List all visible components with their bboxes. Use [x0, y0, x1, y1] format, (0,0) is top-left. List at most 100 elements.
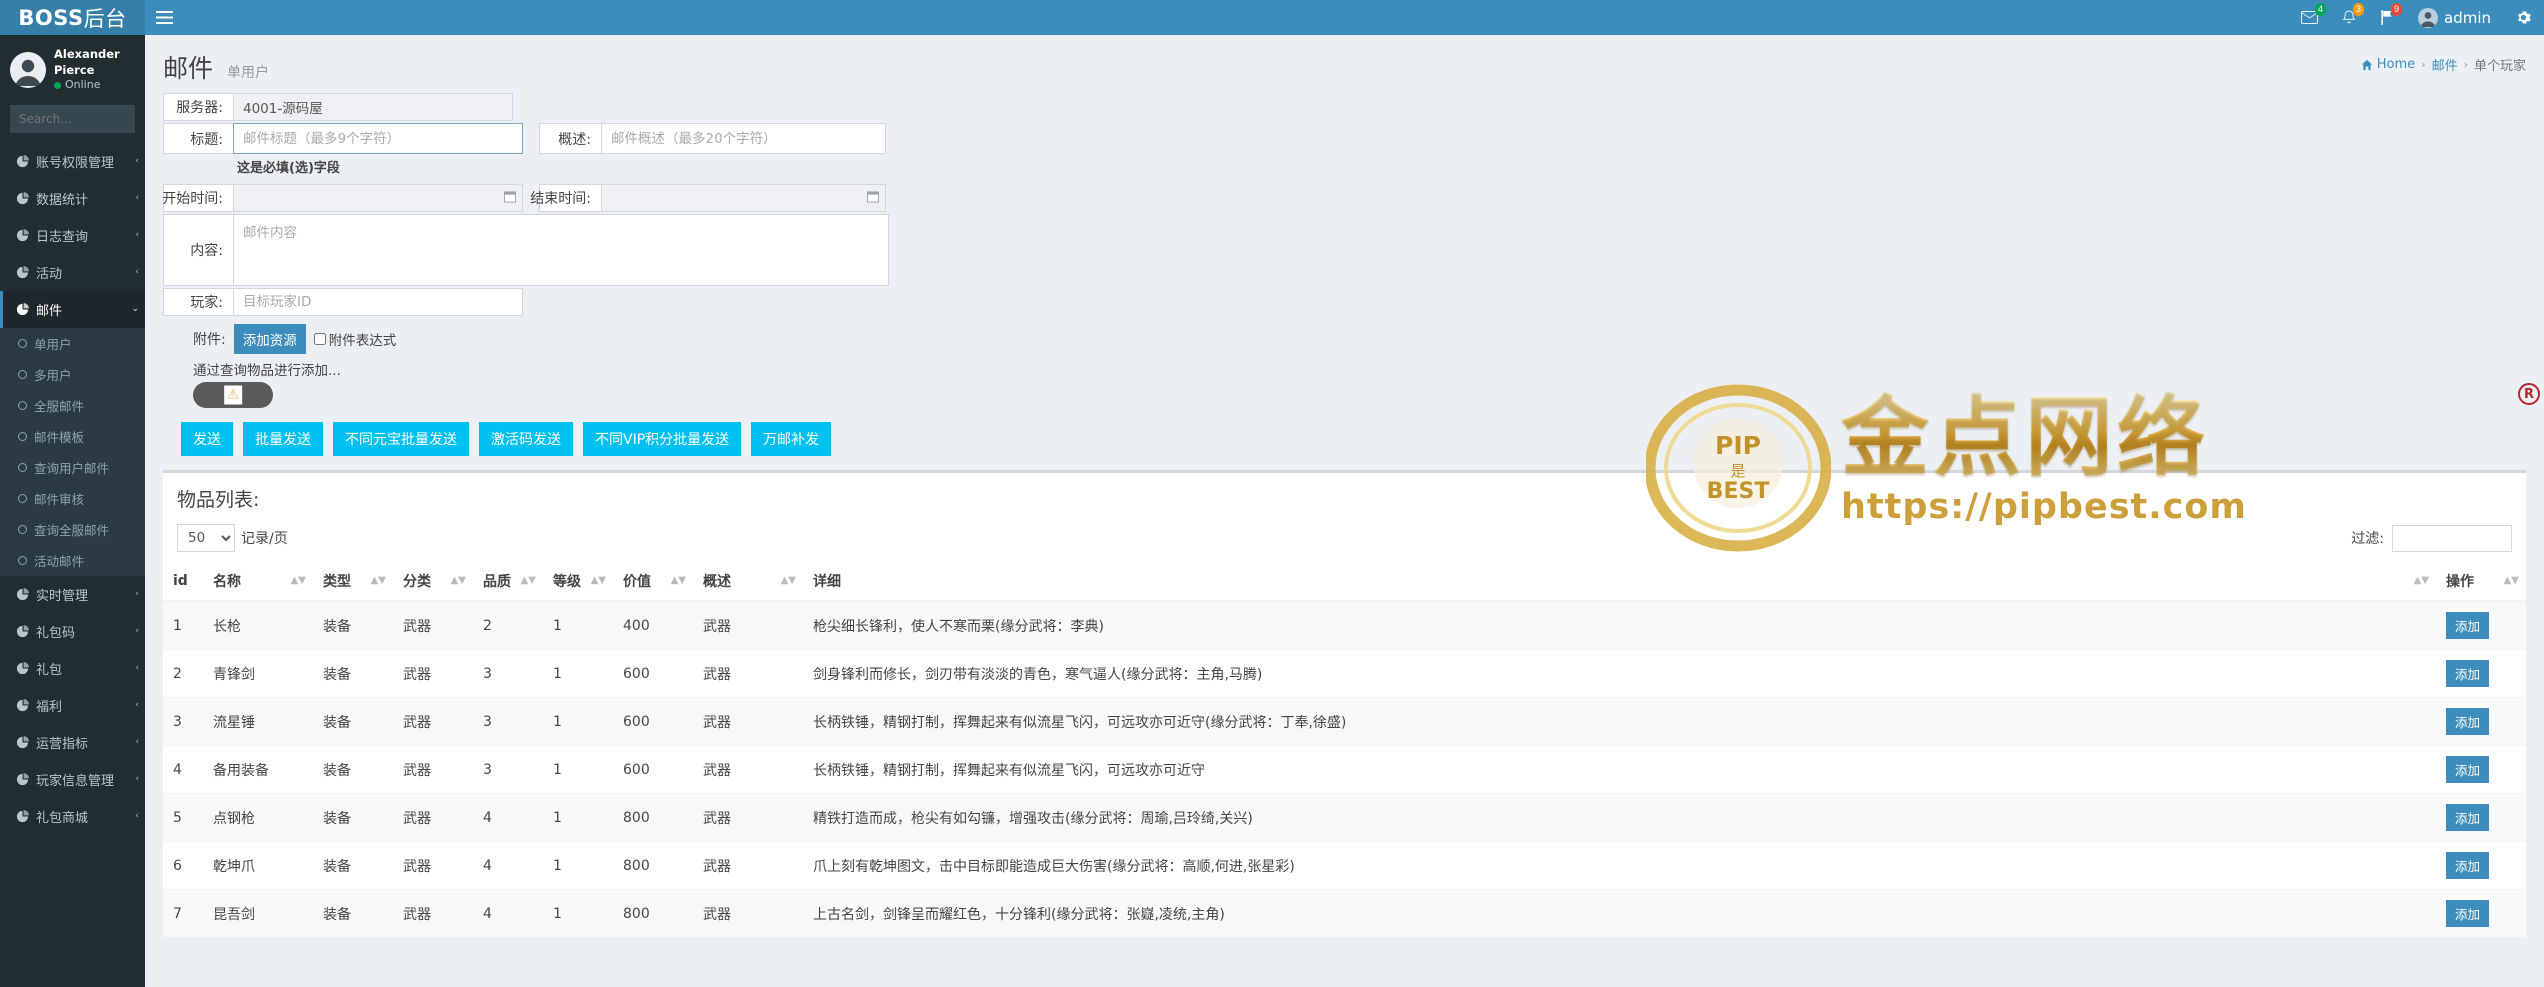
column-header-1[interactable]: 名称 ▲▼: [203, 562, 313, 602]
sidebar-sublink-0[interactable]: 单用户: [0, 328, 145, 359]
breadcrumb-sep-1: ›: [2421, 58, 2426, 71]
sidebar-link-6[interactable]: 礼包码 ‹: [0, 613, 145, 650]
column-header-2[interactable]: 类型 ▲▼: [313, 562, 393, 602]
filter-input[interactable]: [2392, 524, 2512, 552]
column-header-label: 等级: [553, 574, 581, 590]
send-button-1[interactable]: 批量发送: [243, 422, 323, 456]
page-title-main: 邮件: [163, 54, 214, 83]
sidebar-item-label: 福利: [36, 699, 63, 715]
cell-价值: 600: [613, 745, 693, 794]
user-menu[interactable]: admin: [2406, 0, 2503, 35]
column-header-9[interactable]: 操作 ▲▼: [2436, 562, 2526, 602]
add-resource-button[interactable]: 添加资源: [233, 324, 306, 354]
start-time-input[interactable]: [233, 184, 523, 212]
sidebar-link-1[interactable]: 数据统计 ‹: [0, 180, 145, 217]
sidebar-subitem-label: 活动邮件: [34, 553, 85, 569]
add-item-button[interactable]: 添加: [2446, 660, 2490, 687]
sidebar-sublink-3[interactable]: 邮件模板: [0, 421, 145, 452]
sidebar-link-7[interactable]: 礼包 ‹: [0, 650, 145, 687]
sidebar-toggle-icon[interactable]: [145, 0, 183, 35]
sidebar-link-11[interactable]: 礼包商城 ‹: [0, 798, 145, 835]
cell-等级: 1: [543, 649, 613, 698]
cell-id: 2: [163, 649, 203, 698]
send-button-5[interactable]: 万邮补发: [751, 422, 832, 456]
filter-label: 过滤:: [2351, 531, 2384, 547]
app-logo[interactable]: BOSS 后台: [0, 0, 145, 35]
calendar-icon[interactable]: [504, 191, 516, 206]
settings-toggle[interactable]: [2503, 0, 2544, 35]
gear-icon: [2518, 11, 2531, 24]
sidebar-link-3[interactable]: 活动 ‹: [0, 254, 145, 291]
sidebar-sublink-2[interactable]: 全服邮件: [0, 390, 145, 421]
sidebar-sublink-4[interactable]: 查询用户邮件: [0, 452, 145, 483]
messages-menu[interactable]: 4: [2289, 0, 2330, 35]
page-length-select[interactable]: 102550100: [177, 524, 235, 552]
column-header-label: 价值: [623, 574, 651, 590]
sidebar-subitem-label: 单用户: [34, 336, 72, 352]
column-header-6[interactable]: 价值 ▲▼: [613, 562, 693, 602]
attachment-placeholder-pill[interactable]: ⚠: [193, 382, 273, 408]
column-header-4[interactable]: 品质 ▲▼: [473, 562, 543, 602]
cell-详细: 上古名剑，剑锋呈而耀红色，十分锋利(缘分武将：张嶷,凌统,主角): [803, 889, 2436, 937]
add-item-button[interactable]: 添加: [2446, 900, 2490, 927]
column-header-7[interactable]: 概述 ▲▼: [693, 562, 803, 602]
cell-等级: 1: [543, 697, 613, 746]
sidebar-search[interactable]: [10, 104, 145, 133]
breadcrumb-home[interactable]: Home: [2361, 57, 2415, 72]
sidebar-link-9[interactable]: 运营指标 ‹: [0, 724, 145, 761]
sidebar-link-2[interactable]: 日志查询 ‹: [0, 217, 145, 254]
pie-chart-icon: [15, 809, 29, 823]
title-input[interactable]: [233, 123, 523, 154]
sidebar-sublink-1[interactable]: 多用户: [0, 359, 145, 390]
table-row: 1 长枪 装备 武器 2 1 400 武器 枪尖细长锋利，使人不寒而栗(缘分武将：李典) 添加: [163, 600, 2526, 650]
breadcrumb-level1[interactable]: 邮件: [2432, 55, 2458, 74]
calendar-icon-end[interactable]: [867, 191, 879, 206]
sidebar-link-0[interactable]: 账号权限管理 ‹: [0, 143, 145, 180]
sidebar-item-label: 玩家信息管理: [36, 773, 115, 789]
player-input[interactable]: [233, 288, 523, 316]
notifications-menu[interactable]: 3: [2330, 0, 2368, 35]
end-time-input[interactable]: [601, 184, 886, 212]
sidebar-item-11: 礼包商城 ‹: [0, 798, 145, 835]
add-item-button[interactable]: 添加: [2446, 612, 2490, 639]
summary-input[interactable]: [601, 123, 886, 154]
column-header-0[interactable]: id: [163, 562, 203, 602]
add-item-button[interactable]: 添加: [2446, 708, 2490, 735]
add-item-button[interactable]: 添加: [2446, 852, 2490, 879]
sidebar-link-8[interactable]: 福利 ‹: [0, 687, 145, 724]
logo-main: BOSS: [18, 5, 84, 30]
add-item-button[interactable]: 添加: [2446, 804, 2490, 831]
content-textarea[interactable]: [233, 214, 889, 286]
cell-概述: 武器: [693, 745, 803, 794]
chevron-icon: ⌄: [131, 304, 139, 315]
send-button-2[interactable]: 不同元宝批量发送: [333, 422, 469, 456]
sidebar-link-5[interactable]: 实时管理 ‹: [0, 576, 145, 613]
attachment-expression-checkbox[interactable]: 附件表达式: [313, 329, 396, 349]
sidebar-sublink-6[interactable]: 查询全服邮件: [0, 514, 145, 545]
sidebar-item-label: 活动: [36, 266, 63, 282]
column-header-label: id: [173, 573, 188, 589]
search-input[interactable]: [11, 105, 145, 132]
sidebar-item-0: 账号权限管理 ‹: [0, 143, 145, 180]
send-button-0[interactable]: 发送: [181, 422, 233, 456]
add-item-button[interactable]: 添加: [2446, 756, 2490, 783]
tasks-menu[interactable]: 9: [2368, 0, 2406, 35]
send-button-3[interactable]: 激活码发送: [479, 422, 573, 456]
sidebar-item-10: 玩家信息管理 ‹: [0, 761, 145, 798]
logo-sub: 后台: [83, 6, 127, 31]
content-field: 内容:: [163, 214, 889, 286]
sidebar-link-4[interactable]: 邮件 ⌄: [0, 290, 145, 328]
sidebar-item-label: 礼包码: [36, 625, 76, 641]
sidebar-sublink-5[interactable]: 邮件审核: [0, 483, 145, 514]
chevron-icon: ‹: [135, 156, 139, 167]
send-button-4[interactable]: 不同VIP积分批量发送: [583, 422, 742, 456]
sidebar-sublink-7[interactable]: 活动邮件: [0, 545, 145, 576]
cell-等级: 1: [543, 841, 613, 890]
column-header-3[interactable]: 分类 ▲▼: [393, 562, 473, 602]
column-header-5[interactable]: 等级 ▲▼: [543, 562, 613, 602]
attachment-expression-input[interactable]: [313, 333, 326, 345]
server-input[interactable]: [233, 93, 513, 121]
sidebar-link-10[interactable]: 玩家信息管理 ‹: [0, 761, 145, 798]
column-header-8[interactable]: 详细 ▲▼: [803, 562, 2436, 602]
cell-分类: 武器: [393, 841, 473, 890]
